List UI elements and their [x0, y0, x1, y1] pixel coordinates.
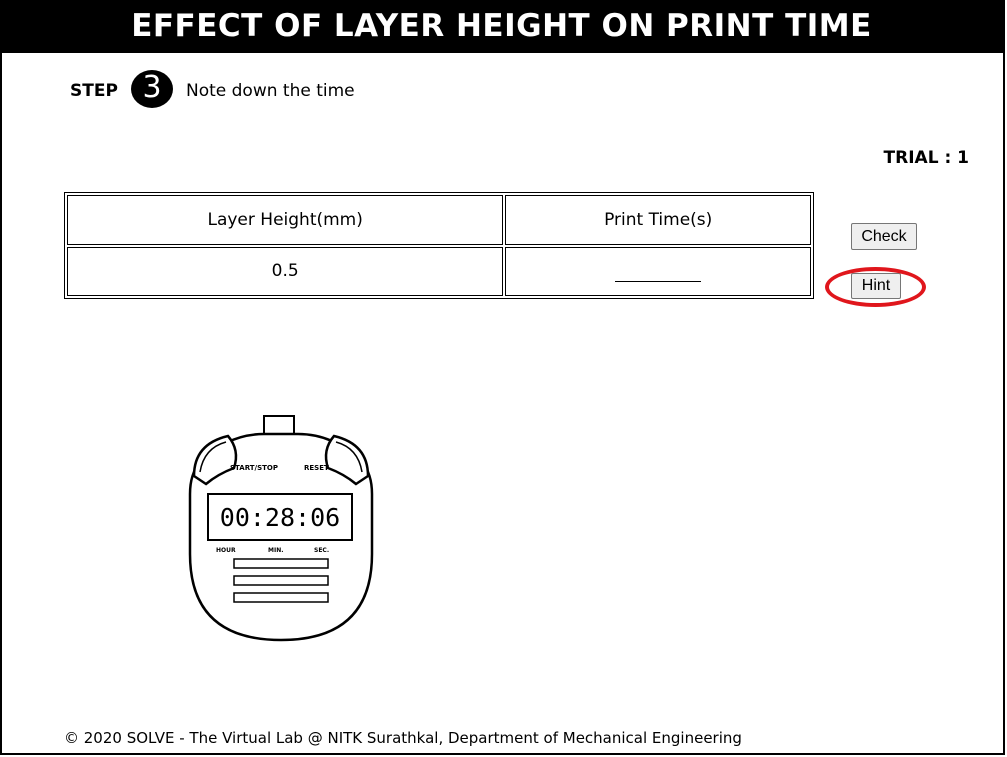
hour-label: HOUR: [216, 547, 236, 554]
step-label: STEP: [70, 81, 118, 101]
step-number-badge: 3: [131, 70, 173, 108]
trial-indicator: TRIAL : 1: [883, 148, 969, 168]
footer-copyright: © 2020 SOLVE - The Virtual Lab @ NITK Su…: [64, 729, 742, 747]
header-print-time: Print Time(s): [505, 195, 811, 245]
table-header-row: Layer Height(mm) Print Time(s): [67, 195, 811, 245]
cell-layer-height-value: 0.5: [67, 246, 504, 296]
check-button[interactable]: Check: [851, 223, 917, 250]
sec-label: SEC.: [314, 547, 329, 554]
table-row: 0.5: [67, 246, 811, 296]
start-stop-label: START/STOP: [230, 464, 278, 472]
lap-line-2: [233, 575, 329, 586]
stopwatch-time-readout: 00:28:06: [220, 503, 340, 532]
lap-line-1: [233, 558, 329, 569]
header-layer-height: Layer Height(mm): [67, 195, 504, 245]
hint-button[interactable]: Hint: [851, 273, 901, 299]
reset-label: RESET: [304, 464, 329, 472]
lap-line-3: [233, 592, 329, 603]
results-table: Layer Height(mm) Print Time(s) 0.5: [64, 192, 814, 299]
stopwatch: START/STOP RESET 00:28:06 HOUR MIN. SEC.: [188, 415, 374, 642]
page-frame: [0, 0, 1005, 755]
print-time-blank[interactable]: [615, 267, 702, 283]
step-instruction: Note down the time: [186, 81, 355, 101]
page-title: EFFECT OF LAYER HEIGHT ON PRINT TIME: [0, 0, 1003, 53]
cell-print-time-input[interactable]: [505, 246, 811, 296]
min-label: MIN.: [268, 547, 284, 554]
